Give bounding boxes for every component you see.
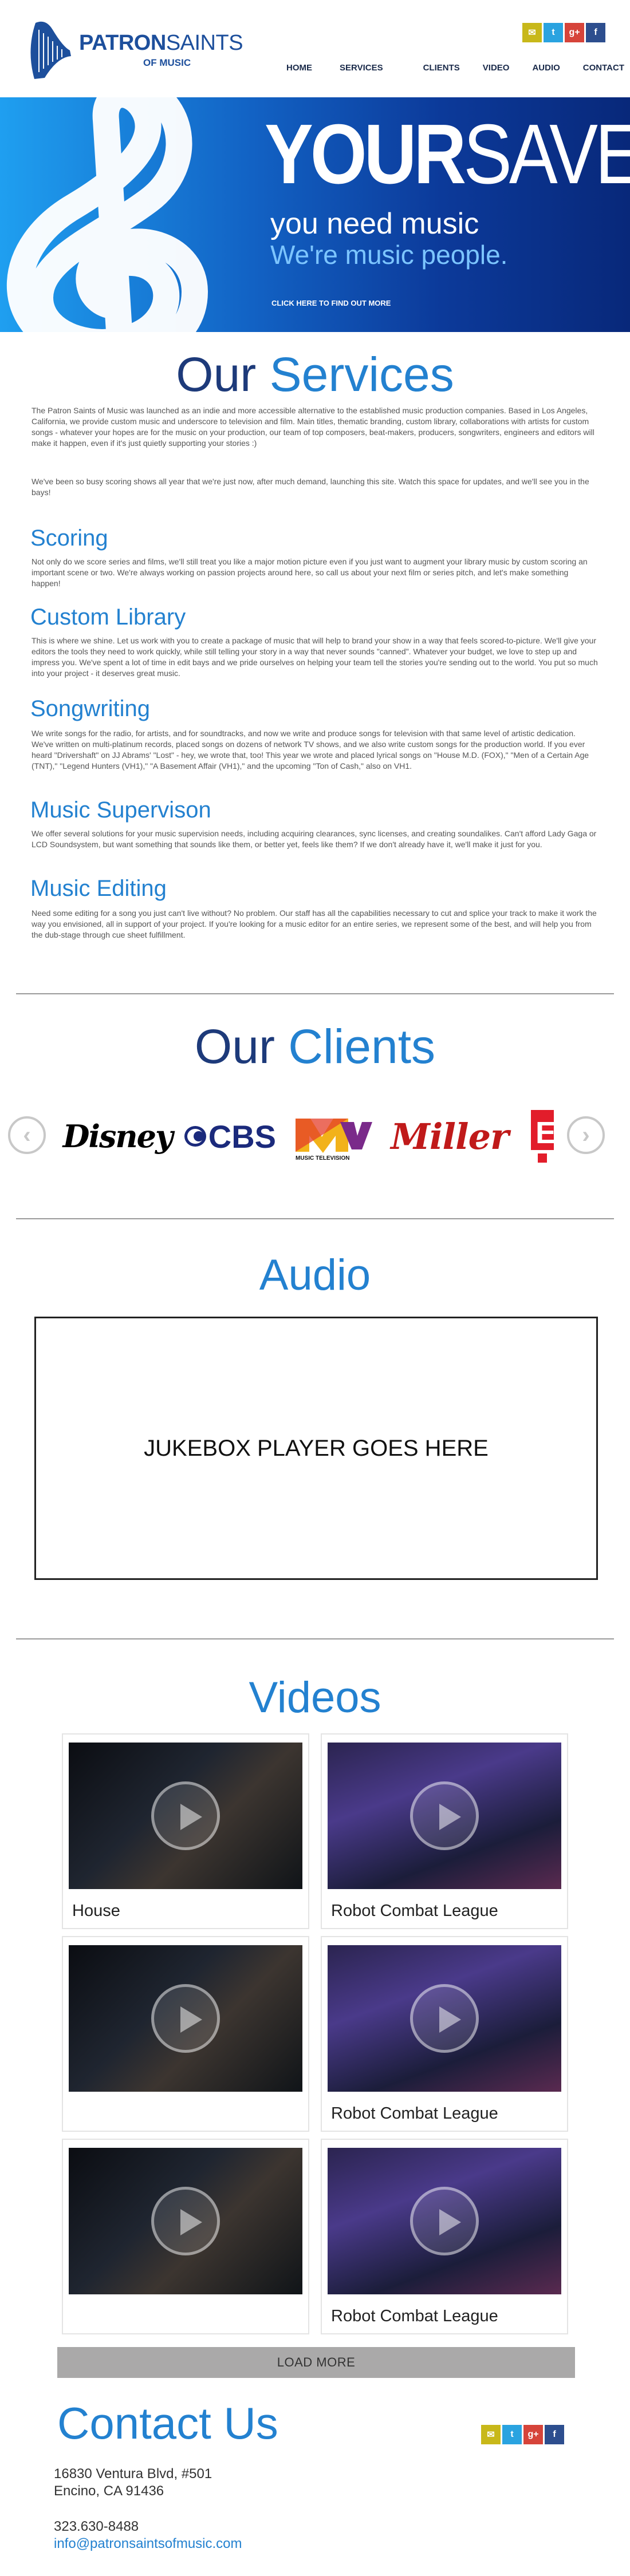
video-card[interactable] xyxy=(62,2139,309,2334)
brand-name: PATRONSAINTS xyxy=(79,31,243,55)
mail-icon[interactable]: ✉ xyxy=(481,2425,501,2444)
scoring-text: Not only do we score series and films, w… xyxy=(32,557,588,588)
video-thumbnail xyxy=(328,2148,561,2294)
play-icon[interactable] xyxy=(410,1984,479,2053)
hero-line-1: you need music xyxy=(270,207,479,240)
mail-icon[interactable]: ✉ xyxy=(522,23,542,42)
site-header: PATRONSAINTS OF MUSIC ✉ t g+ f HOME SERVICE… xyxy=(0,0,630,97)
play-icon[interactable] xyxy=(410,1781,479,1850)
twitter-icon[interactable]: t xyxy=(544,23,563,42)
play-icon[interactable] xyxy=(151,1984,220,2053)
video-title: Robot Combat League xyxy=(331,2104,498,2123)
brand-logo[interactable]: PATRONSAINTS OF MUSIC xyxy=(23,16,243,85)
clients-heading: Our Clients xyxy=(194,1020,436,1073)
cbs-eye-icon xyxy=(184,1126,206,1147)
video-title: House xyxy=(72,1902,120,1920)
nav-video[interactable]: VIDEO xyxy=(483,63,510,73)
clients-next-button[interactable]: › xyxy=(567,1116,605,1154)
contact-heading: Contact Us xyxy=(57,2398,278,2448)
songwriting-text: We write songs for the radio, for artist… xyxy=(32,729,589,771)
songwriting-heading: Songwriting xyxy=(30,696,151,721)
social-links-footer: ✉ t g+ f xyxy=(481,2425,564,2444)
contact-phone[interactable]: 323.630-8488 xyxy=(54,2520,139,2534)
contact-street: 16830 Ventura Blvd, #501 xyxy=(54,2466,212,2482)
video-card[interactable]: Robot Combat League xyxy=(321,1733,568,1929)
video-card[interactable] xyxy=(62,1936,309,2132)
video-title: Robot Combat League xyxy=(331,1902,498,1920)
twitter-icon[interactable]: t xyxy=(502,2425,522,2444)
music-editing-heading: Music Editing xyxy=(30,876,167,901)
video-thumbnail xyxy=(69,1743,302,1889)
google-plus-icon[interactable]: g+ xyxy=(565,23,584,42)
services-intro-1: The Patron Saints of Music was launched … xyxy=(32,406,594,448)
facebook-icon[interactable]: f xyxy=(545,2425,564,2444)
video-thumbnail xyxy=(69,2148,302,2294)
hero-cta-link[interactable]: CLICK HERE TO FIND OUT MORE xyxy=(271,299,391,307)
load-more-button[interactable]: LOAD MORE xyxy=(57,2347,575,2378)
harp-icon xyxy=(30,21,71,79)
video-thumbnail xyxy=(328,1945,561,2092)
video-card[interactable]: Robot Combat League xyxy=(321,1936,568,2132)
contact-email-link[interactable]: info@patronsaintsofmusic.com xyxy=(54,2537,242,2551)
main-nav: HOME SERVICES CLIENTS VIDEO AUDIO CONTAC… xyxy=(286,63,624,73)
brand-tagline: OF MUSIC xyxy=(143,57,191,68)
nav-services[interactable]: SERVICES xyxy=(340,63,383,73)
video-thumbnail xyxy=(328,1743,561,1889)
mtv-logo-icon: MUSIC TELEVISION xyxy=(296,1119,372,1161)
services-heading: Our Services xyxy=(176,347,454,401)
contact-city: Encino, CA 91436 xyxy=(54,2483,164,2499)
music-supervision-text: We offer several solutions for your musi… xyxy=(32,829,597,849)
svg-text:MUSIC TELEVISION: MUSIC TELEVISION xyxy=(296,1155,349,1161)
video-title: Robot Combat League xyxy=(331,2307,498,2325)
services-intro-2: We've been so busy scoring shows all yea… xyxy=(32,477,589,497)
video-thumbnail xyxy=(69,1945,302,2092)
client-logo-disney: Disney xyxy=(62,1118,174,1155)
music-supervision-heading: Music Supervison xyxy=(30,797,211,823)
facebook-icon[interactable]: f xyxy=(586,23,605,42)
divider xyxy=(16,993,614,994)
custom-library-text: This is where we shine. Let us work with… xyxy=(32,636,598,678)
hero-line-2: We're music people. xyxy=(270,240,508,270)
custom-library-heading: Custom Library xyxy=(30,605,186,630)
social-links: ✉ t g+ f xyxy=(522,23,605,42)
nav-audio[interactable]: AUDIO xyxy=(532,63,560,73)
audio-heading: Audio xyxy=(259,1251,371,1299)
hero-banner: YOURSAVED! you need music We're music pe… xyxy=(0,97,630,332)
client-logo-miller: Miller xyxy=(391,1115,509,1157)
video-card[interactable]: House xyxy=(62,1733,309,1929)
google-plus-icon[interactable]: g+ xyxy=(523,2425,543,2444)
play-icon[interactable] xyxy=(151,1781,220,1850)
e-entertainment-logo-icon: E xyxy=(531,1110,556,1163)
client-logo-cbs: CBS xyxy=(184,1111,276,1162)
videos-heading: Videos xyxy=(249,1673,381,1722)
video-card[interactable]: Robot Combat League xyxy=(321,2139,568,2334)
nav-clients[interactable]: CLIENTS xyxy=(423,63,460,73)
client-logo-e: E xyxy=(519,1110,570,1163)
play-icon[interactable] xyxy=(410,2187,479,2255)
nav-home[interactable]: HOME xyxy=(286,63,312,73)
svg-text:E: E xyxy=(536,1116,556,1150)
clients-prev-button[interactable]: ‹ xyxy=(8,1116,46,1154)
hero-title: YOURSAVED! xyxy=(265,107,630,202)
scoring-heading: Scoring xyxy=(30,526,108,551)
treble-clef-graphic xyxy=(7,97,208,332)
play-icon[interactable] xyxy=(151,2187,220,2255)
nav-contact[interactable]: CONTACT xyxy=(583,63,624,73)
music-editing-text: Need some editing for a song you just ca… xyxy=(32,908,597,939)
divider xyxy=(16,1218,614,1219)
divider xyxy=(16,1638,614,1639)
jukebox-player[interactable]: JUKEBOX PLAYER GOES HERE xyxy=(34,1317,598,1580)
client-logo-mtv: MUSIC TELEVISION xyxy=(293,1111,373,1162)
